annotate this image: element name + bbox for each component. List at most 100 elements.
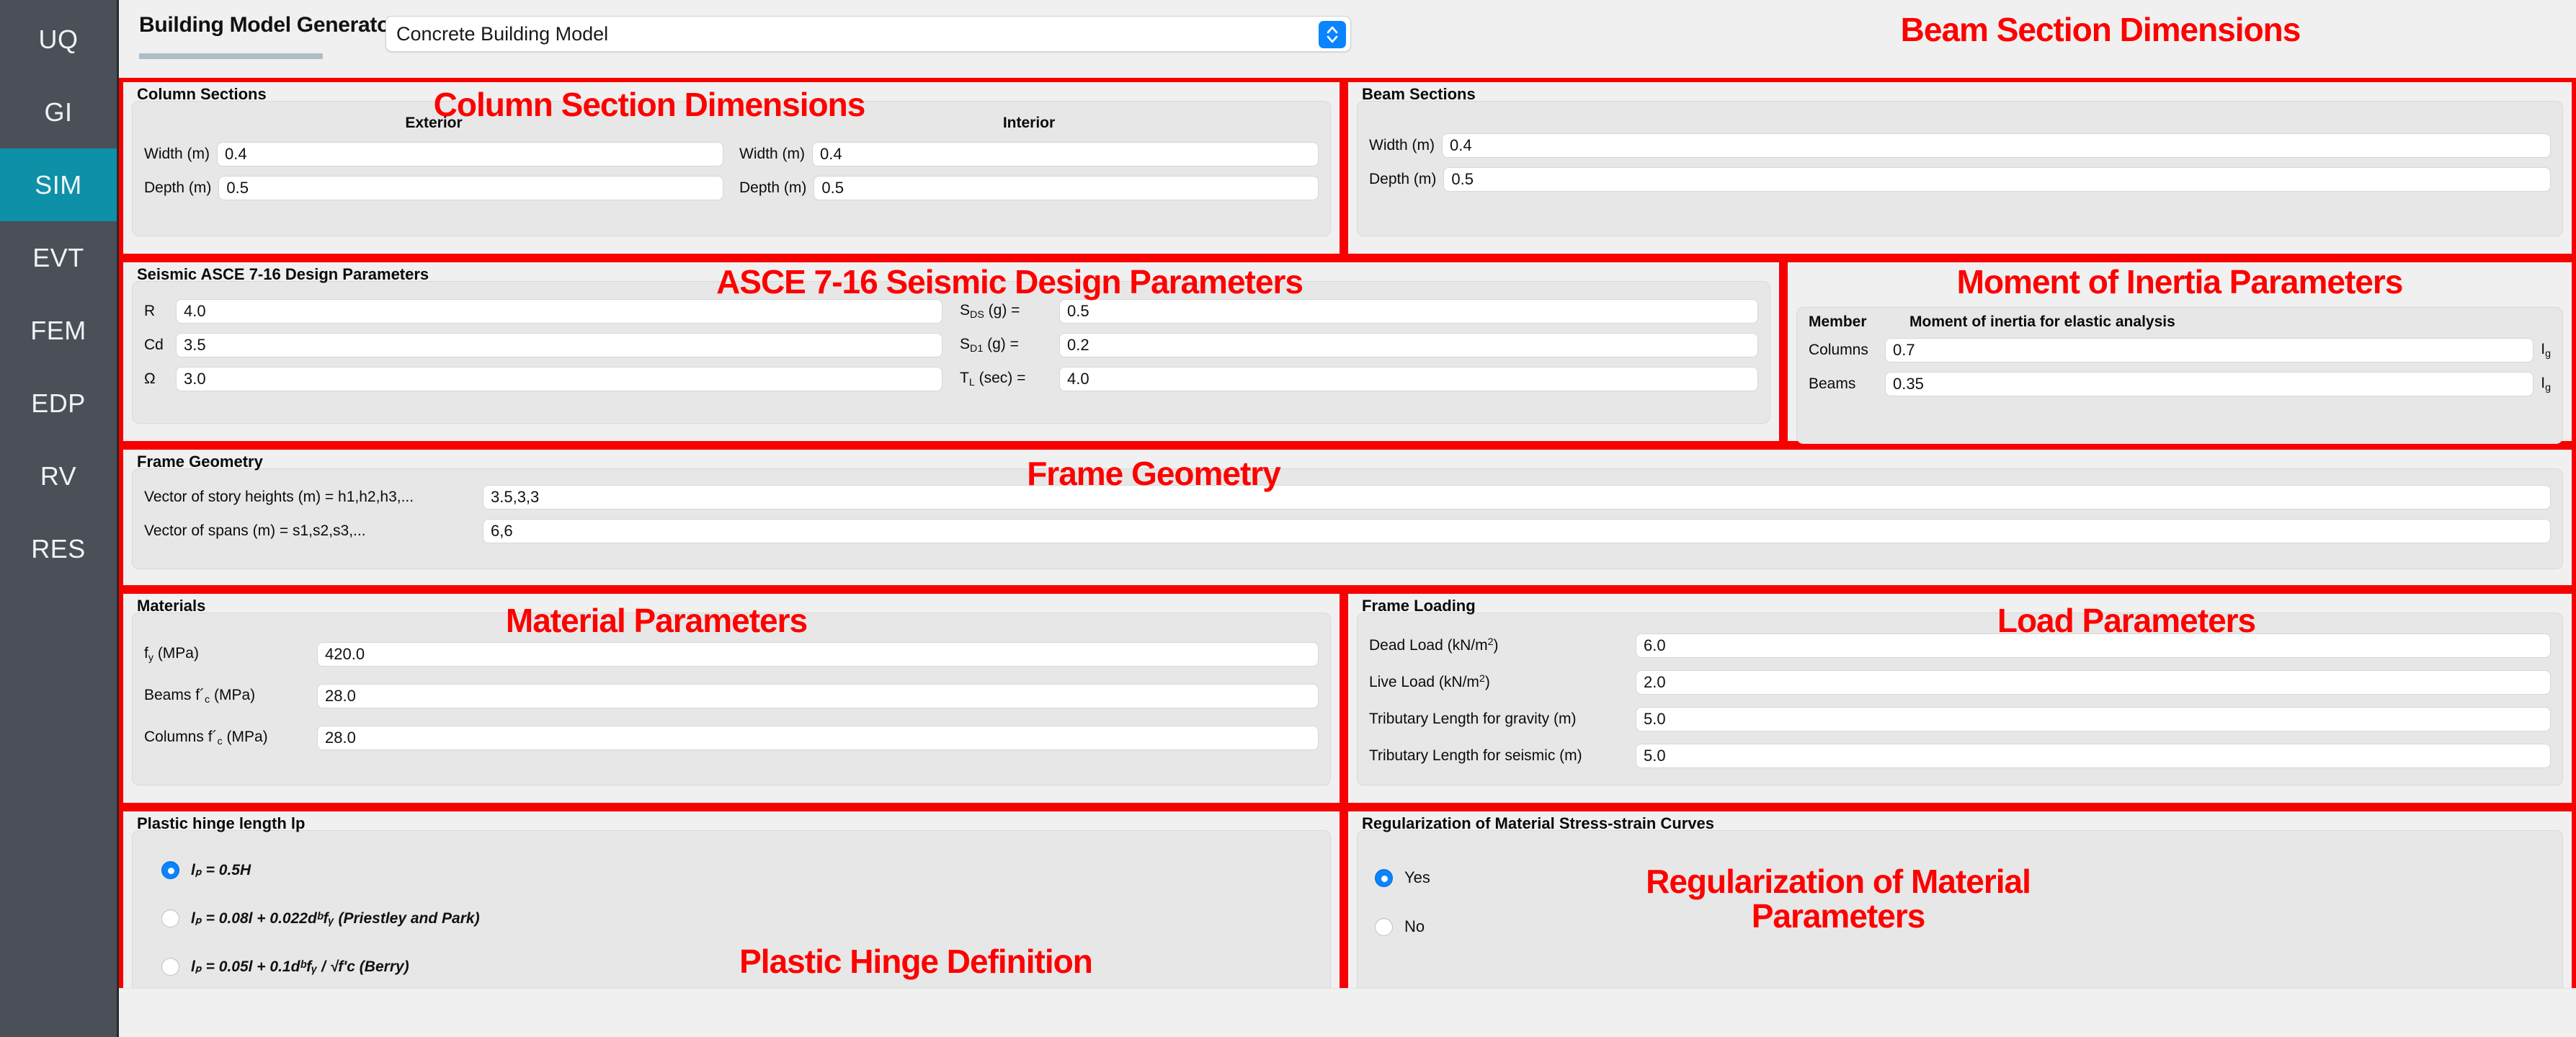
annotation-moment-inertia: Moment of Inertia Parameters (1956, 263, 2404, 301)
lp-05h-label: lₚ = 0.5H (191, 862, 251, 878)
field-tributary-gravity: Tributary Length for gravity (m) 5.0 (1369, 707, 2551, 731)
field-interior-width: Width (m) 0.4 (739, 142, 1319, 166)
exterior-width-input[interactable]: 0.4 (217, 142, 723, 166)
exterior-width-label: Width (m) (144, 146, 210, 162)
materials-annotated-region: Material Parameters Materials fy (MPa) 4… (119, 589, 1344, 807)
sidebar-item-uq[interactable]: UQ (0, 3, 117, 76)
beam-width-label: Width (m) (1369, 137, 1435, 153)
row-beams-inertia: Beams 0.35 Ig (1809, 372, 2551, 396)
beam-sections-panel: Beam Sections Width (m) 0.4 Depth (m) 0.… (1357, 85, 2563, 236)
r-label: R (144, 303, 156, 319)
sds-input[interactable]: 0.5 (1059, 299, 1758, 324)
frame-geometry-title: Frame Geometry (137, 453, 263, 471)
interior-width-input[interactable]: 0.4 (812, 142, 1319, 166)
field-interior-depth: Depth (m) 0.5 (739, 176, 1319, 200)
fy-input[interactable]: 420.0 (317, 642, 1319, 667)
frame-geometry-annotated-region: Frame Geometry Frame Geometry Vector of … (119, 445, 2576, 589)
dead-load-input[interactable]: 6.0 (1636, 633, 2551, 658)
beam-sections-annotated-region: Beam Sections Width (m) 0.4 Depth (m) 0.… (1344, 78, 2576, 258)
regularization-title: Regularization of Material Stress-strain… (1362, 814, 1715, 832)
field-sds: SDS (g) = 0.5 (960, 299, 1758, 324)
tributary-gravity-label: Tributary Length for gravity (m) (1369, 711, 1577, 727)
omega-input[interactable]: 3.0 (176, 367, 942, 391)
exterior-depth-input[interactable]: 0.5 (218, 176, 723, 200)
regularization-annotated-region: Regularization of Material Parameters Re… (1344, 807, 2576, 1015)
panel-row-frame-geometry: Frame Geometry Frame Geometry Vector of … (119, 445, 2576, 589)
field-dead-load: Dead Load (kN/m2) 6.0 (1369, 633, 2551, 658)
beam-sections-title: Beam Sections (1362, 85, 1476, 103)
radio-option-lp-berry[interactable]: lₚ = 0.05l + 0.1dᵇfᵧ / √f'ᴄ (Berry) (161, 958, 1319, 976)
sidebar-item-res[interactable]: RES (0, 512, 117, 585)
sidebar-item-evt[interactable]: EVT (0, 221, 117, 294)
sidebar-item-rv[interactable]: RV (0, 440, 117, 512)
lp-priestley-park-label: lₚ = 0.08l + 0.022dᵇfᵧ (Priestley and Pa… (191, 910, 480, 927)
radio-button-icon[interactable] (161, 909, 179, 927)
columns-inertia-label: Columns (1809, 342, 1868, 358)
field-omega: Ω 3.0 (144, 367, 942, 391)
model-type-select[interactable]: Concrete Building Model (385, 16, 1351, 52)
sd1-label: SD1 (g) = (960, 336, 1019, 355)
field-beams-fc: Beams f´c (MPa) 28.0 (144, 684, 1319, 708)
live-load-input[interactable]: 2.0 (1636, 670, 2551, 695)
field-columns-fc: Columns f´c (MPa) 28.0 (144, 726, 1319, 750)
sidebar-item-gi[interactable]: GI (0, 76, 117, 148)
fy-label: fy (MPa) (144, 645, 199, 664)
radio-option-reg-yes[interactable]: Yes (1375, 868, 2551, 887)
tl-input[interactable]: 4.0 (1059, 367, 1758, 391)
sidebar-item-label: FEM (30, 315, 86, 345)
lp-berry-label: lₚ = 0.05l + 0.1dᵇfᵧ / √f'ᴄ (Berry) (191, 958, 409, 975)
seismic-title: Seismic ASCE 7-16 Design Parameters (137, 265, 429, 283)
story-heights-input[interactable]: 3.5,3,3 (483, 485, 2551, 509)
radio-option-lp-05h[interactable]: lₚ = 0.5H (161, 861, 1319, 879)
columns-fc-input[interactable]: 28.0 (317, 726, 1319, 750)
main-content: Building Model Generator Concrete Buildi… (119, 0, 2576, 1037)
sidebar-item-label: EVT (32, 242, 84, 272)
spans-input[interactable]: 6,6 (483, 519, 2551, 543)
omega-label: Ω (144, 370, 156, 387)
beams-inertia-input[interactable]: 0.35 (1885, 372, 2534, 396)
sd1-input[interactable]: 0.2 (1059, 333, 1758, 357)
column-exterior-header: Exterior (405, 115, 463, 131)
application-window: UQ GI SIM EVT FEM EDP RV RES Building Mo… (0, 0, 2576, 1037)
radio-button-icon[interactable] (1375, 917, 1393, 936)
tributary-gravity-input[interactable]: 5.0 (1636, 707, 2551, 731)
radio-option-reg-no[interactable]: No (1375, 917, 2551, 936)
radio-button-icon[interactable] (161, 958, 179, 976)
column-sections-title: Column Sections (137, 85, 267, 103)
field-sd1: SD1 (g) = 0.2 (960, 333, 1758, 357)
plastic-hinge-annotated-region: Plastic Hinge Definition Plastic hinge l… (119, 807, 1344, 1015)
cd-label: Cd (144, 337, 164, 353)
member-header: Member (1809, 313, 1867, 330)
row-columns-inertia: Columns 0.7 Ig (1809, 338, 2551, 362)
live-load-label: Live Load (kN/m2) (1369, 673, 1490, 691)
beam-width-input[interactable]: 0.4 (1442, 133, 2551, 158)
radio-button-icon[interactable] (161, 861, 179, 879)
r-input[interactable]: 4.0 (176, 299, 942, 324)
beam-depth-input[interactable]: 0.5 (1443, 167, 2551, 192)
sidebar-item-fem[interactable]: FEM (0, 294, 117, 367)
radio-button-icon[interactable] (1375, 868, 1393, 887)
frame-geometry-panel: Frame Geometry Vector of story heights (… (132, 453, 2563, 569)
materials-panel: Materials fy (MPa) 420.0 Beams f´c (MPa)… (132, 597, 1331, 785)
column-interior-header: Interior (1002, 115, 1056, 131)
sidebar-item-edp[interactable]: EDP (0, 367, 117, 440)
story-heights-label: Vector of story heights (m) = h1,h2,h3,.… (144, 489, 414, 505)
spans-label: Vector of spans (m) = s1,s2,s3,... (144, 522, 366, 539)
chevron-up-down-icon[interactable] (1319, 21, 1346, 48)
interior-depth-input[interactable]: 0.5 (814, 176, 1319, 200)
beams-fc-input[interactable]: 28.0 (317, 684, 1319, 708)
panel-row-materials-loading: Material Parameters Materials fy (MPa) 4… (119, 589, 2576, 807)
tributary-seismic-input[interactable]: 5.0 (1636, 744, 2551, 768)
sidebar-navigation: UQ GI SIM EVT FEM EDP RV RES (0, 0, 119, 1037)
frame-loading-annotated-region: Load Parameters Frame Loading Dead Load … (1344, 589, 2576, 807)
frame-loading-title: Frame Loading (1362, 597, 1476, 615)
sidebar-item-label: UQ (38, 24, 79, 54)
cd-input[interactable]: 3.5 (176, 333, 942, 357)
columns-inertia-input[interactable]: 0.7 (1885, 338, 2534, 362)
regularization-panel: Regularization of Material Stress-strain… (1357, 814, 2563, 994)
radio-option-lp-priestley-park[interactable]: lₚ = 0.08l + 0.022dᵇfᵧ (Priestley and Pa… (161, 909, 1319, 927)
column-sections-annotated-region: Column Section Dimensions Column Section… (119, 78, 1344, 258)
reg-no-label: No (1404, 917, 1425, 935)
moment-inertia-headers: Member Moment of inertia for elastic ana… (1809, 313, 2551, 331)
sidebar-item-sim[interactable]: SIM (0, 148, 117, 221)
